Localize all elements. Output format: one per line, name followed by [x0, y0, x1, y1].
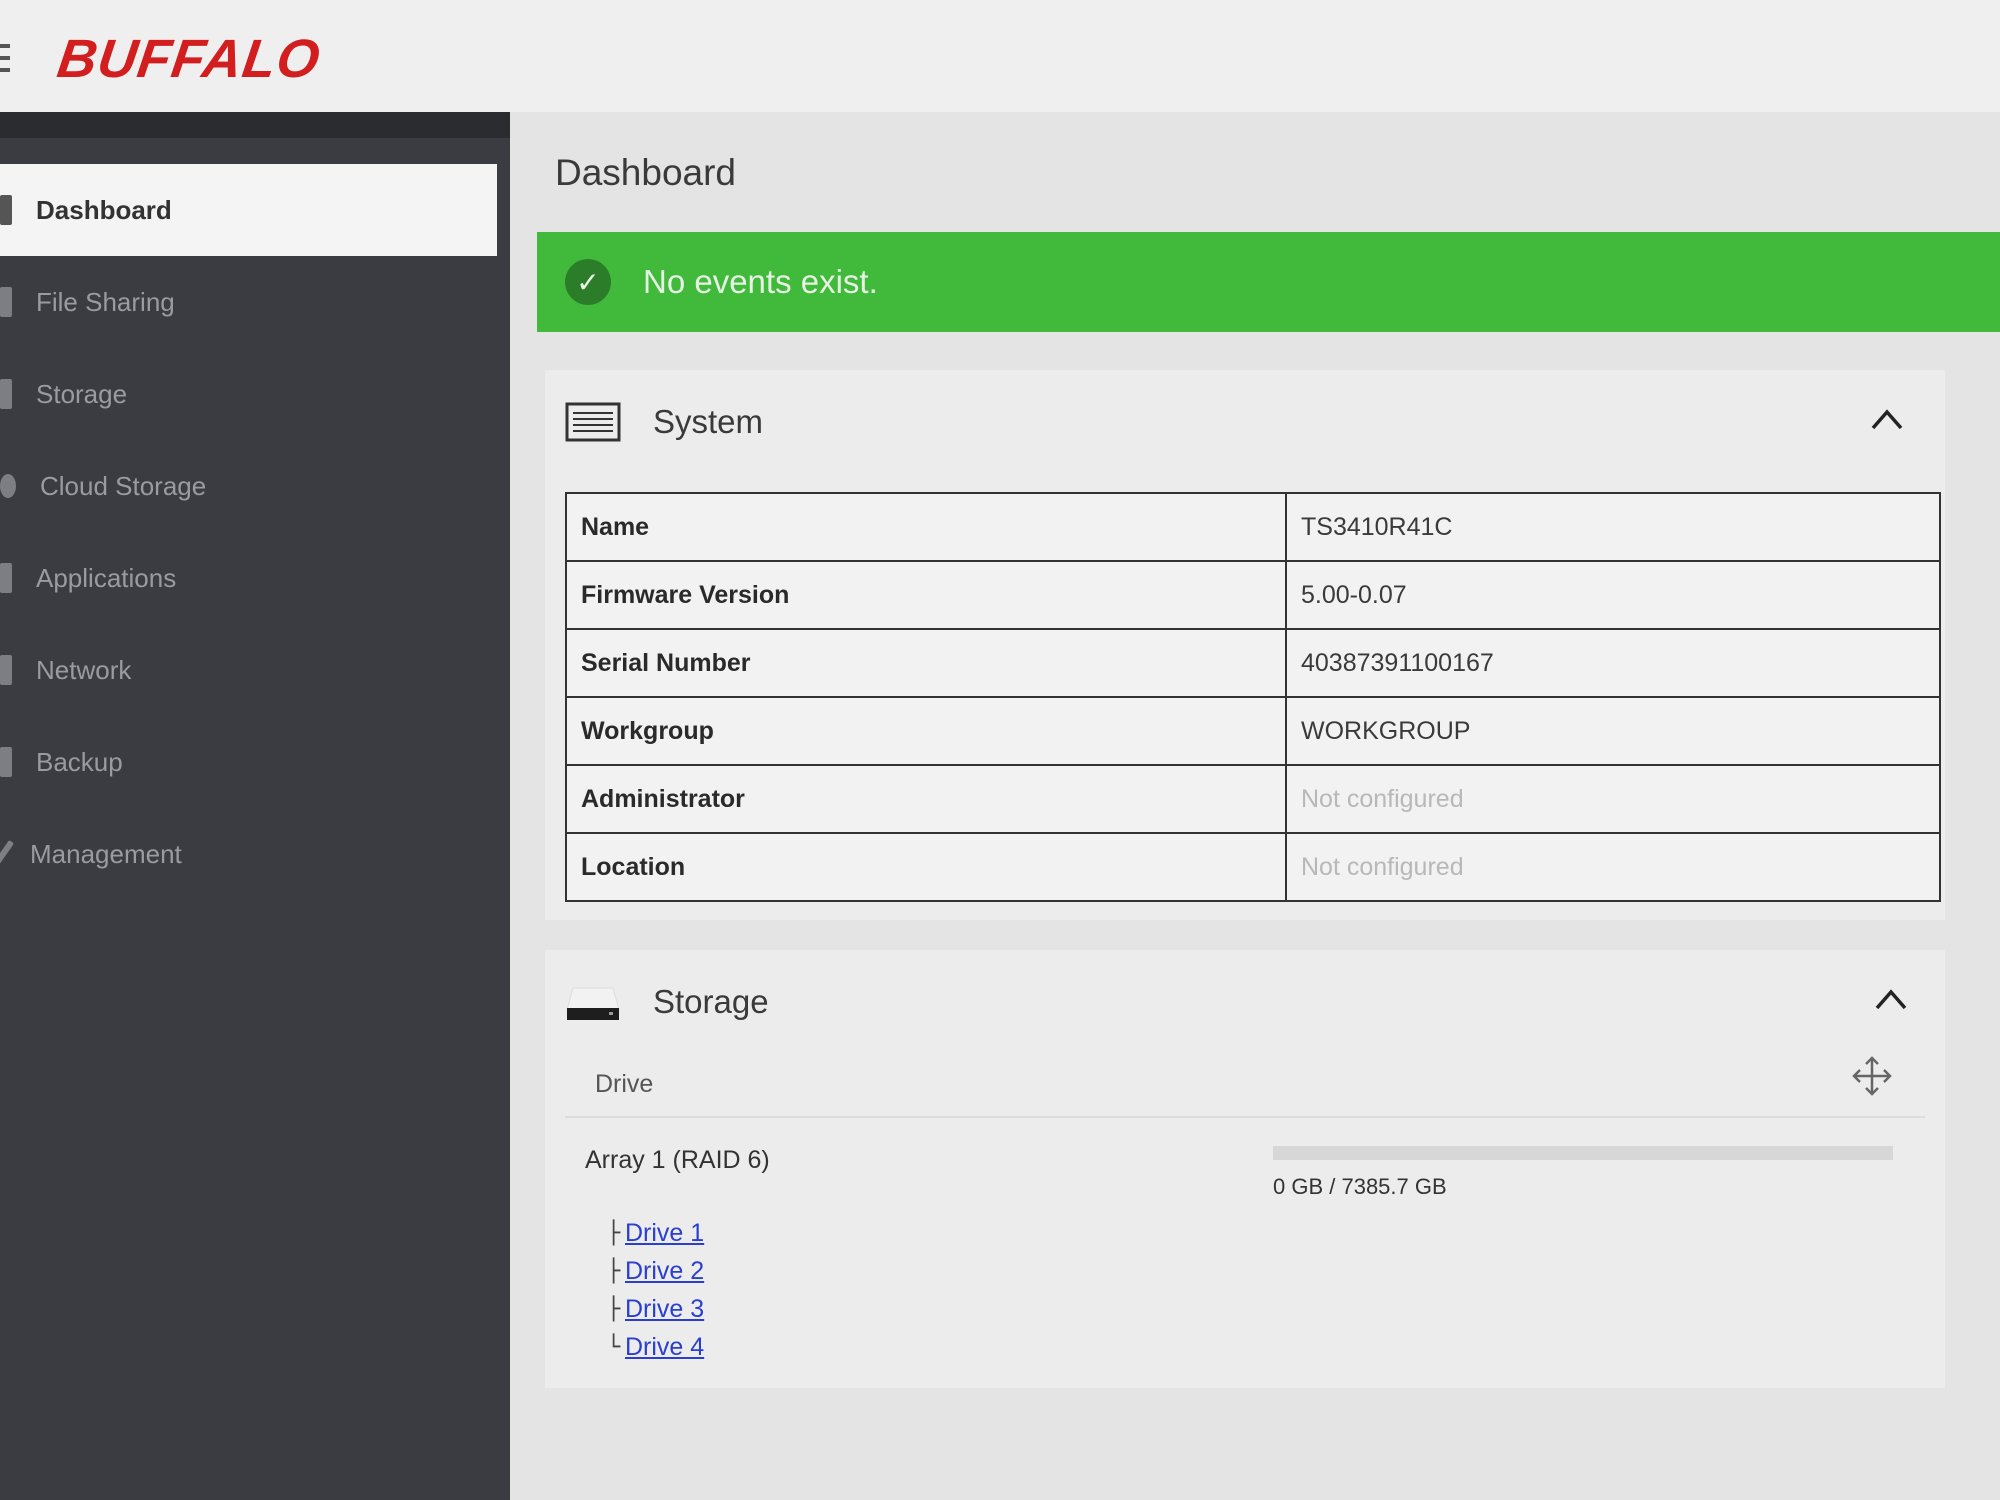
table-value: Not configured [1285, 764, 1941, 834]
table-key: Name [565, 492, 1287, 562]
move-icon[interactable] [1850, 1054, 1894, 1098]
sidebar-item-storage[interactable]: Storage [0, 348, 497, 440]
app-header: BUFFALO [0, 0, 2000, 112]
storage-panel-title: Storage [653, 983, 769, 1020]
cloud-storage-icon [0, 474, 16, 498]
table-value: WORKGROUP [1285, 696, 1941, 766]
list-item: ├ Drive 1 [607, 1214, 704, 1252]
table-key: Serial Number [565, 628, 1287, 698]
sidebar-item-label: Cloud Storage [40, 470, 207, 501]
main-content: Dashboard ✓ No events exist. System Name… [510, 112, 2000, 1500]
system-info-table: Name TS3410R41C Firmware Version 5.00-0.… [565, 492, 1941, 902]
brand-logo: BUFFALO [53, 29, 325, 89]
applications-icon [0, 563, 12, 593]
usage-text: 0 GB / 7385.7 GB [1273, 1174, 1447, 1199]
system-panel: System Name TS3410R41C Firmware Version … [545, 370, 1945, 920]
sidebar-item-label: Storage [36, 378, 128, 409]
table-key: Workgroup [565, 696, 1287, 766]
storage-panel: Storage Drive Array 1 (RAID 6) 0 GB / 73… [545, 950, 1945, 1388]
system-panel-header: System [565, 392, 763, 452]
sidebar-item-cloud-storage[interactable]: Cloud Storage [0, 440, 497, 532]
sidebar-item-dashboard[interactable]: Dashboard [0, 164, 497, 256]
hard-drive-icon [566, 987, 620, 1020]
table-value: 40387391100167 [1285, 628, 1941, 698]
array-label: Array 1 (RAID 6) [585, 1146, 770, 1174]
page-title: Dashboard [555, 152, 737, 193]
storage-icon [0, 379, 12, 409]
sidebar-item-label: Applications [36, 562, 177, 593]
sidebar-item-management[interactable]: Management [0, 808, 497, 900]
sidebar-item-label: Backup [36, 746, 123, 777]
sidebar-item-file-sharing[interactable]: File Sharing [0, 256, 497, 348]
sidebar-item-label: Management [30, 838, 182, 869]
table-row: Firmware Version 5.00-0.07 [565, 560, 1941, 630]
table-row: Workgroup WORKGROUP [565, 696, 1941, 766]
sidebar-item-label: Network [36, 654, 132, 685]
sidebar-item-applications[interactable]: Applications [0, 532, 497, 624]
tree-connector: └ [607, 1334, 621, 1360]
file-sharing-icon [0, 287, 12, 317]
chevron-up-icon[interactable] [1873, 984, 1909, 1014]
table-key: Administrator [565, 764, 1287, 834]
table-value: 5.00-0.07 [1285, 560, 1941, 630]
system-list-icon [565, 402, 621, 442]
drive-list: ├ Drive 1 ├ Drive 2 ├ Drive 3 └ Drive 4 [607, 1214, 704, 1366]
dashboard-icon [0, 195, 12, 225]
sidebar-item-backup[interactable]: Backup [0, 716, 497, 808]
alert-message: No events exist. [643, 263, 878, 300]
usage-bar [1273, 1146, 1893, 1160]
system-panel-title: System [653, 403, 764, 440]
sidebar-item-label: Dashboard [36, 194, 172, 225]
drive-2-link[interactable]: Drive 2 [625, 1257, 704, 1286]
list-item: ├ Drive 3 [607, 1290, 704, 1328]
storage-panel-header: Storage [565, 972, 769, 1032]
backup-icon [0, 747, 12, 777]
drive-tab[interactable]: Drive [595, 1070, 653, 1099]
table-row: Location Not configured [565, 832, 1941, 902]
list-item: ├ Drive 2 [607, 1252, 704, 1290]
drive-1-link[interactable]: Drive 1 [625, 1219, 704, 1248]
drive-4-link[interactable]: Drive 4 [625, 1333, 704, 1362]
table-row: Name TS3410R41C [565, 492, 1941, 562]
sidebar-item-label: File Sharing [36, 286, 175, 317]
divider [565, 1116, 1925, 1118]
tree-connector: ├ [607, 1296, 621, 1322]
drive-3-link[interactable]: Drive 3 [625, 1295, 704, 1324]
list-item: └ Drive 4 [607, 1328, 704, 1366]
table-row: Administrator Not configured [565, 764, 1941, 834]
table-value: Not configured [1285, 832, 1941, 902]
management-icon [0, 839, 15, 869]
tree-connector: ├ [607, 1220, 621, 1246]
network-icon [0, 655, 12, 685]
table-key: Location [565, 832, 1287, 902]
check-circle-icon: ✓ [565, 259, 611, 305]
table-value: TS3410R41C [1285, 492, 1941, 562]
table-row: Serial Number 40387391100167 [565, 628, 1941, 698]
chevron-up-icon[interactable] [1869, 404, 1905, 434]
tree-connector: ├ [607, 1258, 621, 1284]
event-alert: ✓ No events exist. [537, 232, 2000, 332]
menu-icon[interactable] [0, 44, 10, 76]
table-key: Firmware Version [565, 560, 1287, 630]
sidebar: Dashboard File Sharing Storage Cloud Sto… [0, 112, 510, 1500]
sidebar-item-network[interactable]: Network [0, 624, 497, 716]
